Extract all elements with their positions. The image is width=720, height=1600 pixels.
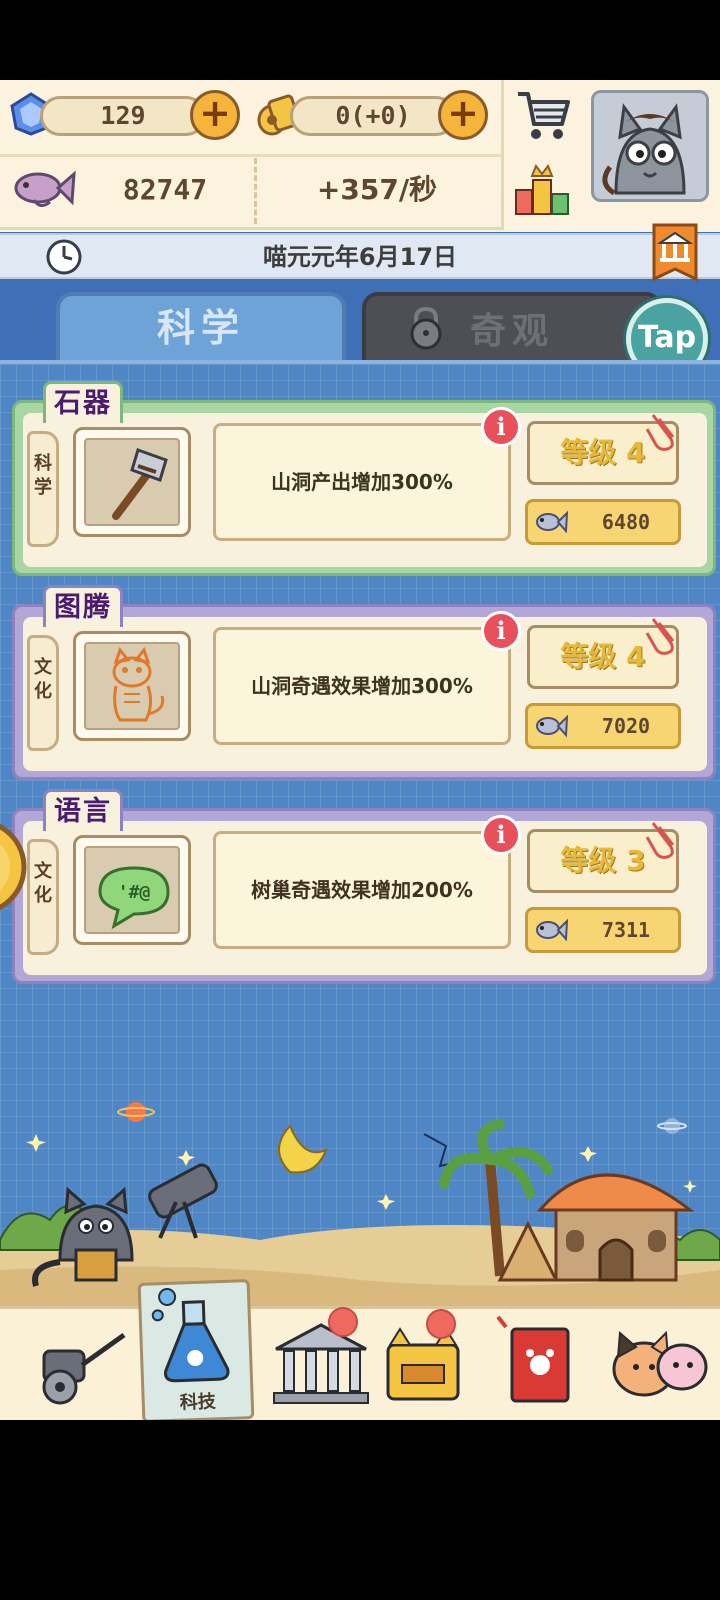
svg-text:'#@: '#@ bbox=[118, 882, 151, 903]
tech-title: 图腾 bbox=[43, 585, 123, 627]
bottom-navigation: 科技 bbox=[0, 1279, 720, 1420]
tech-category: 文化 bbox=[27, 635, 59, 751]
museum-banner-icon[interactable] bbox=[650, 223, 700, 289]
cat-avatar-icon bbox=[594, 93, 706, 199]
upgrade-cost-button[interactable]: 7020 bbox=[525, 703, 681, 749]
gem-count: 129 bbox=[40, 96, 206, 136]
cat-friends-icon bbox=[612, 1330, 708, 1397]
add-gems-button[interactable]: + bbox=[190, 90, 240, 140]
fish-icon bbox=[536, 714, 568, 738]
tech-title: 语言 bbox=[43, 789, 123, 831]
divider bbox=[254, 158, 257, 224]
nav-chariot[interactable] bbox=[24, 1315, 134, 1415]
divider bbox=[0, 154, 502, 157]
chariot-icon bbox=[42, 1332, 126, 1405]
fish-total: 82747 bbox=[122, 173, 208, 206]
tech-card-language: 语言 文化 '#@ 树巢奇遇效果增加200% i 等级 3 7311 bbox=[12, 789, 716, 984]
leaderboard-icon[interactable] bbox=[512, 162, 572, 218]
stone-hammer-icon bbox=[112, 448, 168, 520]
upgrade-cost: 6480 bbox=[601, 510, 651, 534]
tab-science-label: 科学 bbox=[156, 306, 245, 350]
fish-icon bbox=[536, 510, 568, 534]
cat-book-icon bbox=[496, 1315, 570, 1403]
speech-bubble-icon: '#@ bbox=[98, 866, 170, 930]
nav-technology-label: 科技 bbox=[179, 1391, 217, 1414]
info-button[interactable]: i bbox=[481, 815, 521, 855]
tech-description: 山洞产出增加300% bbox=[213, 423, 511, 541]
nav-technology[interactable]: 科技 bbox=[137, 1279, 255, 1420]
desert-scenery bbox=[0, 1102, 720, 1310]
floating-coin-icon[interactable] bbox=[0, 817, 28, 917]
moon-icon bbox=[278, 1124, 328, 1174]
nav-cat-book[interactable] bbox=[496, 1315, 606, 1415]
tab-wonder-label: 奇观 bbox=[470, 311, 555, 352]
upgrade-cost-button[interactable]: 7311 bbox=[525, 907, 681, 953]
tech-icon-frame bbox=[73, 631, 191, 741]
nav-cat-friends[interactable] bbox=[606, 1315, 716, 1415]
game-screen: 129 + 0(+0) + 82747 +357/秒 喵元元年6月17日 科学 … bbox=[0, 80, 720, 1420]
clock-icon bbox=[46, 239, 82, 275]
info-button[interactable]: i bbox=[481, 407, 521, 447]
nav-museum[interactable] bbox=[266, 1307, 376, 1415]
notification-badge bbox=[328, 1307, 358, 1337]
tech-icon-frame bbox=[73, 427, 191, 537]
date-bar: 喵元元年6月17日 bbox=[0, 223, 720, 282]
upgrade-cost: 7311 bbox=[601, 918, 651, 942]
tech-category: 文化 bbox=[27, 839, 59, 955]
tech-card-totem: 图腾 文化 山洞奇遇效果增加300% i 等级 4 7020 bbox=[12, 585, 716, 780]
game-date: 喵元元年6月17日 bbox=[262, 243, 458, 271]
tech-description: 山洞奇遇效果增加300% bbox=[213, 627, 511, 745]
paperclip-icon bbox=[645, 414, 675, 451]
tech-description: 树巢奇遇效果增加200% bbox=[213, 831, 511, 949]
info-button[interactable]: i bbox=[481, 611, 521, 651]
resource-panel: 129 + 0(+0) + 82747 +357/秒 bbox=[0, 80, 504, 230]
shop-cart-icon[interactable] bbox=[514, 88, 572, 142]
nav-treasure[interactable] bbox=[376, 1309, 486, 1415]
upgrade-cost-button[interactable]: 6480 bbox=[525, 499, 681, 545]
tech-card-stone-tools: 石器 科学 山洞产出增加300% i 等级 4 6480 bbox=[12, 381, 716, 576]
tab-wonder[interactable]: 奇观 bbox=[362, 292, 662, 360]
tech-icon-frame: '#@ bbox=[73, 835, 191, 945]
tech-category: 科学 bbox=[27, 431, 59, 547]
fish-rate: +357/秒 bbox=[316, 173, 438, 206]
lock-icon bbox=[410, 306, 442, 350]
paperclip-icon bbox=[645, 822, 675, 859]
planet-icon bbox=[117, 1102, 155, 1122]
upgrade-cost: 7020 bbox=[601, 714, 651, 738]
notification-badge bbox=[426, 1309, 456, 1339]
telescope-icon bbox=[148, 1163, 218, 1239]
planet-icon bbox=[657, 1118, 687, 1134]
coin-count: 0(+0) bbox=[290, 96, 456, 136]
tech-title: 石器 bbox=[43, 381, 123, 423]
fish-icon bbox=[536, 918, 568, 942]
top-status-panel: 129 + 0(+0) + 82747 +357/秒 bbox=[0, 80, 720, 232]
cat-totem-icon bbox=[112, 646, 165, 722]
fish-icon bbox=[14, 170, 76, 207]
paperclip-icon bbox=[645, 618, 675, 655]
flask-icon bbox=[151, 1287, 230, 1383]
add-coins-button[interactable]: + bbox=[438, 90, 488, 140]
player-avatar[interactable] bbox=[591, 90, 709, 202]
museum-icon bbox=[273, 1323, 369, 1404]
